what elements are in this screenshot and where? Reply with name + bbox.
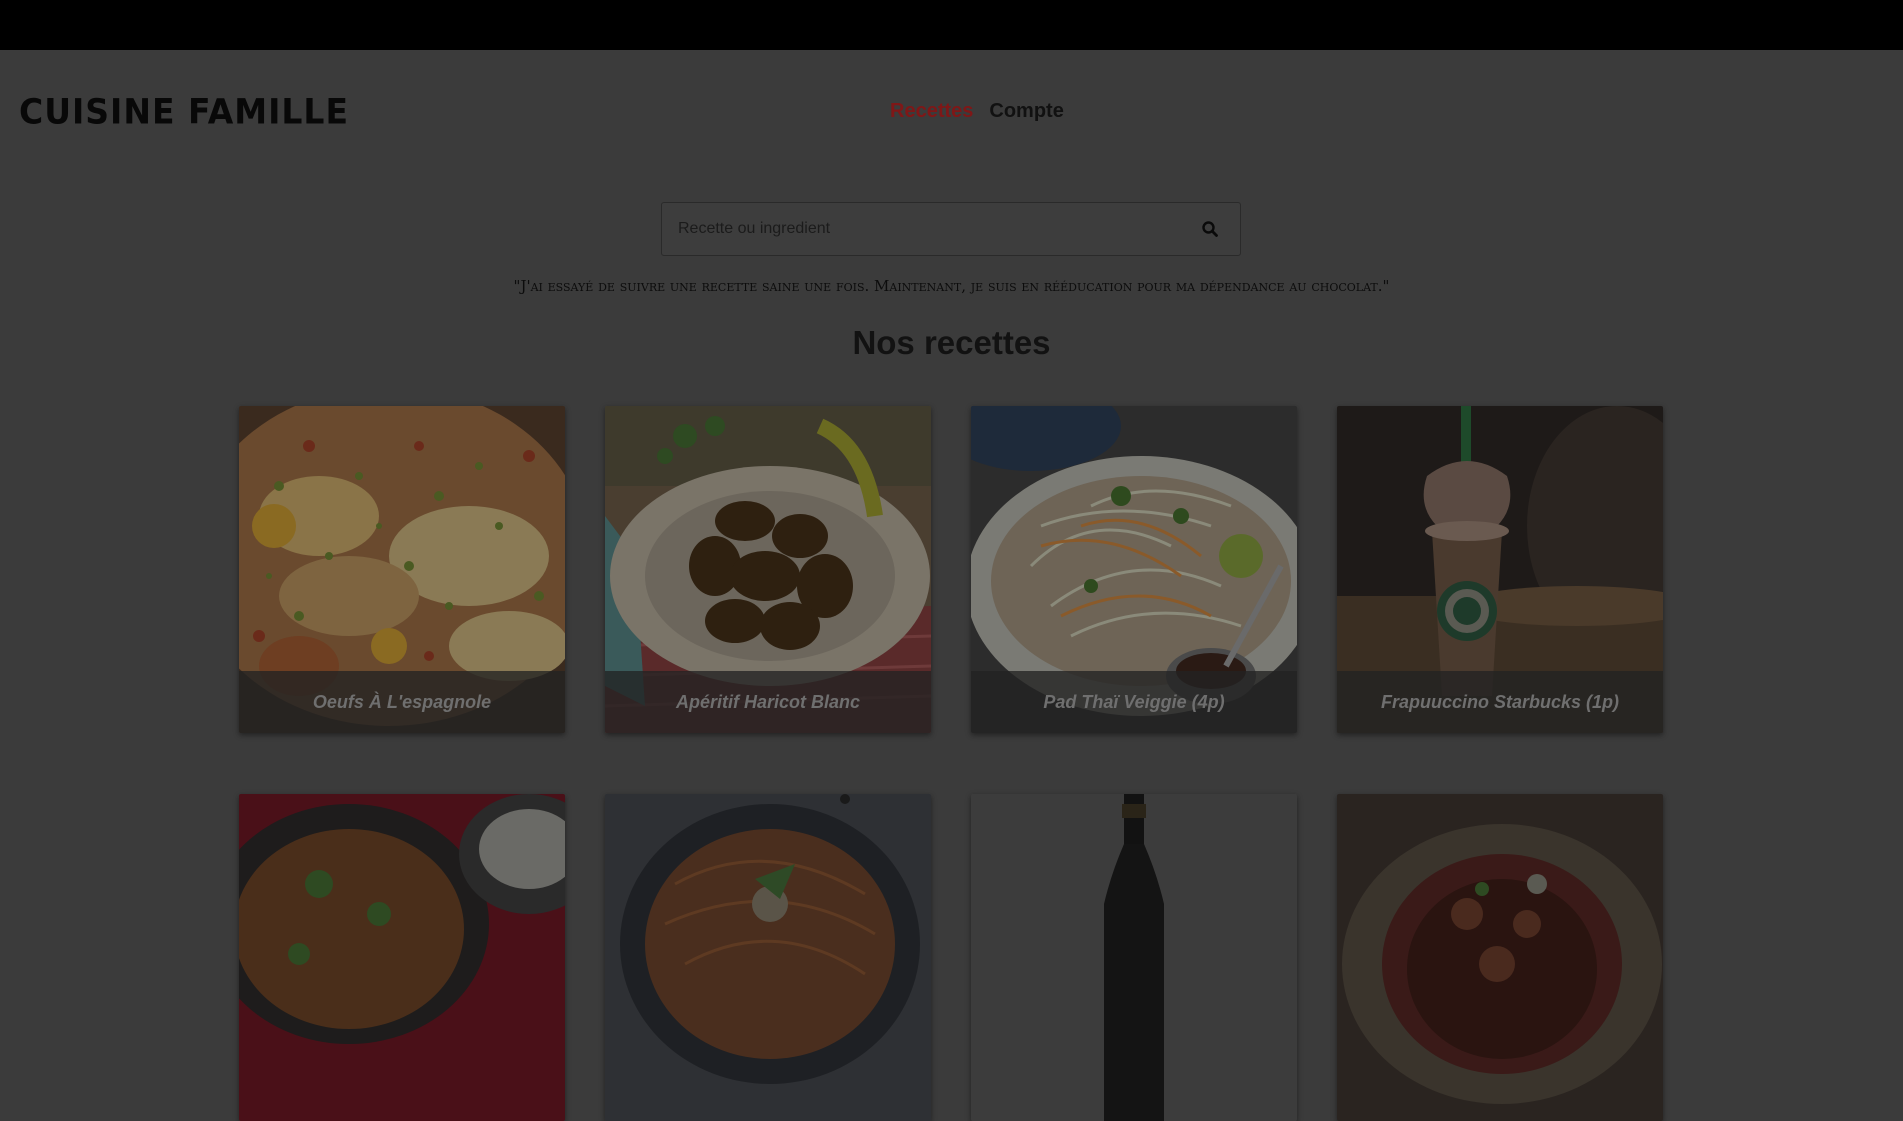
recipe-image-curry	[239, 794, 565, 1121]
page-overlay: CUISINE FAMILLE Recettes Compte "J'ai es…	[0, 50, 1903, 1121]
search-icon[interactable]	[1180, 203, 1240, 255]
recipe-card[interactable]	[971, 794, 1297, 1121]
recipe-card[interactable]	[605, 794, 931, 1121]
food-quote: "J'ai essayé de suivre une recette saine…	[513, 277, 1390, 295]
recipe-title: Apéritif Haricot Blanc	[605, 671, 931, 733]
recipe-card[interactable]: Pad Thaï Veiggie (4p)	[971, 406, 1297, 733]
section-title: Nos recettes	[852, 324, 1051, 361]
recipe-image-stew	[1337, 794, 1663, 1121]
recipe-image-wine	[971, 794, 1297, 1121]
recipe-card[interactable]	[239, 794, 565, 1121]
recipe-card[interactable]	[1337, 794, 1663, 1121]
search-bar	[661, 202, 1241, 256]
nav-compte[interactable]: Compte	[989, 100, 1063, 123]
recipe-card[interactable]: Apéritif Haricot Blanc	[605, 406, 931, 733]
recipe-title: Pad Thaï Veiggie (4p)	[971, 671, 1297, 733]
recipe-title: Oeufs À L'espagnole	[239, 671, 565, 733]
nav-recettes[interactable]: Recettes	[890, 100, 973, 123]
main-nav: Recettes Compte	[890, 100, 1064, 123]
recipe-title: Frapuuccino Starbucks (1p)	[1337, 671, 1663, 733]
search-input[interactable]	[662, 203, 1180, 255]
site-logo[interactable]: CUISINE FAMILLE	[19, 91, 349, 132]
recipe-card[interactable]: Frapuuccino Starbucks (1p)	[1337, 406, 1663, 733]
recipe-image-pasta	[605, 794, 931, 1121]
top-bar	[0, 0, 1903, 50]
recipe-card[interactable]: Oeufs À L'espagnole	[239, 406, 565, 733]
